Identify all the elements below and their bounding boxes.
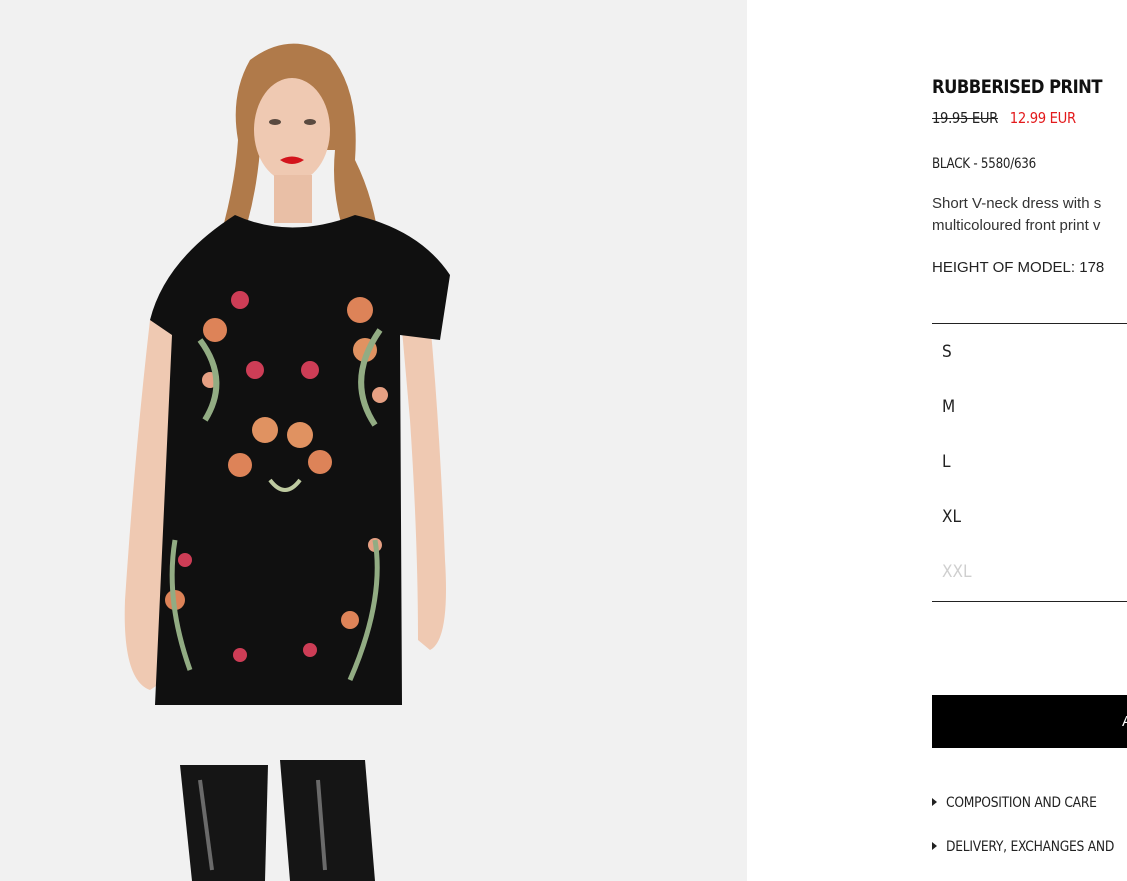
model-photo-illustration — [0, 0, 747, 881]
color-reference: BLACK - 5580/636 — [932, 156, 1036, 172]
caret-right-icon — [932, 798, 937, 806]
size-option-s[interactable]: S — [942, 342, 952, 362]
size-option-m[interactable]: M — [942, 397, 955, 417]
size-option-l[interactable]: L — [942, 452, 951, 472]
product-image[interactable] — [0, 0, 747, 881]
composition-care-toggle[interactable]: COMPOSITION AND CARE — [932, 795, 1117, 811]
description-line: multicoloured front print v — [932, 217, 1101, 234]
accordion-label: COMPOSITION AND CARE — [946, 795, 1097, 811]
original-price: 19.95 EUR — [932, 109, 998, 127]
product-page: RUBBERISED PRINT 19.95 EUR 12.99 EUR BLA… — [0, 0, 1127, 881]
delivery-exchanges-toggle[interactable]: DELIVERY, EXCHANGES AND — [932, 839, 1127, 855]
size-selector: S M L XL XXL — [932, 323, 1127, 602]
description-line: Short V-neck dress with s — [932, 195, 1102, 212]
product-title: RUBBERISED PRINT — [932, 76, 1102, 98]
accordion-label: DELIVERY, EXCHANGES AND — [946, 839, 1115, 855]
size-option-xl[interactable]: XL — [942, 507, 961, 527]
size-option-xxl: XXL — [942, 562, 972, 582]
sale-price: 12.99 EUR — [1009, 109, 1076, 127]
product-info-panel: RUBBERISED PRINT 19.95 EUR 12.99 EUR BLA… — [932, 0, 1127, 881]
price-block: 19.95 EUR 12.99 EUR — [932, 109, 1076, 127]
product-description: Short V-neck dress with s multicoloured … — [932, 193, 1127, 237]
add-to-cart-button[interactable]: A — [932, 695, 1127, 748]
caret-right-icon — [932, 842, 937, 850]
model-height: HEIGHT OF MODEL: 178 — [932, 259, 1105, 276]
